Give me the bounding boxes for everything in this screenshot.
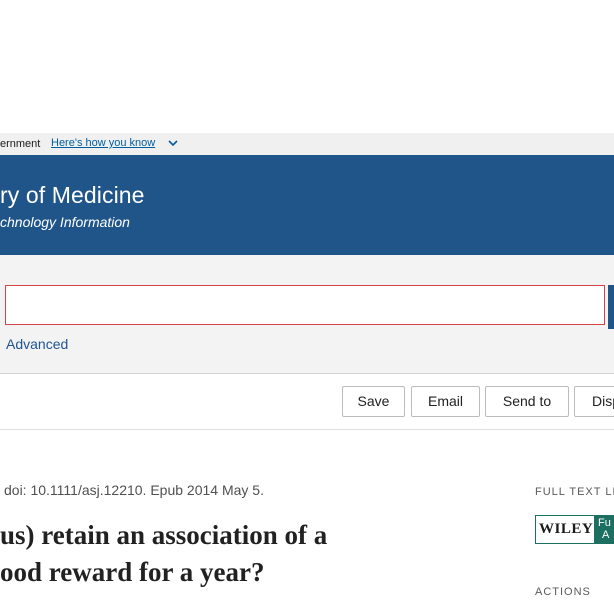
ncbi-subtitle: chnology Information [0,214,130,230]
search-button[interactable] [608,285,614,329]
heres-how-you-know-link[interactable]: Here's how you know [51,137,155,149]
email-button[interactable]: Email [411,386,480,417]
save-button[interactable]: Save [342,386,405,417]
wiley-logo-text: WILEY [539,521,594,537]
display-options-button[interactable]: Disp [574,386,614,417]
advanced-search-link[interactable]: Advanced [6,336,68,352]
send-to-button[interactable]: Send to [485,386,569,417]
wiley-logo-badge: Fu A [594,516,613,543]
search-input[interactable] [5,285,605,325]
wiley-badge-top-text: Fu [598,517,611,529]
article-title-line-2: ood reward for a year? [0,557,265,587]
nlm-title[interactable]: ry of Medicine [0,182,145,209]
article-title-line-1: us) retain an association of a [0,520,328,550]
full-text-links-heading: FULL TEXT LIN [535,486,614,498]
wiley-badge-bottom-text: A [602,529,610,541]
article-citation-meta: doi: 10.1111/asj.12210. Epub 2014 May 5. [4,482,264,498]
chevron-down-icon[interactable] [168,138,178,148]
wiley-full-text-link[interactable]: WILEY Fu A [535,515,614,544]
search-area: Advanced [0,255,614,373]
gov-banner: ernment Here's how you know [0,133,614,155]
toolbar-divider [0,429,614,430]
search-divider [0,373,614,374]
actions-heading: ACTIONS [535,586,591,598]
ncbi-header: ry of Medicine chnology Information [0,155,614,255]
gov-banner-text: ernment [0,138,41,150]
